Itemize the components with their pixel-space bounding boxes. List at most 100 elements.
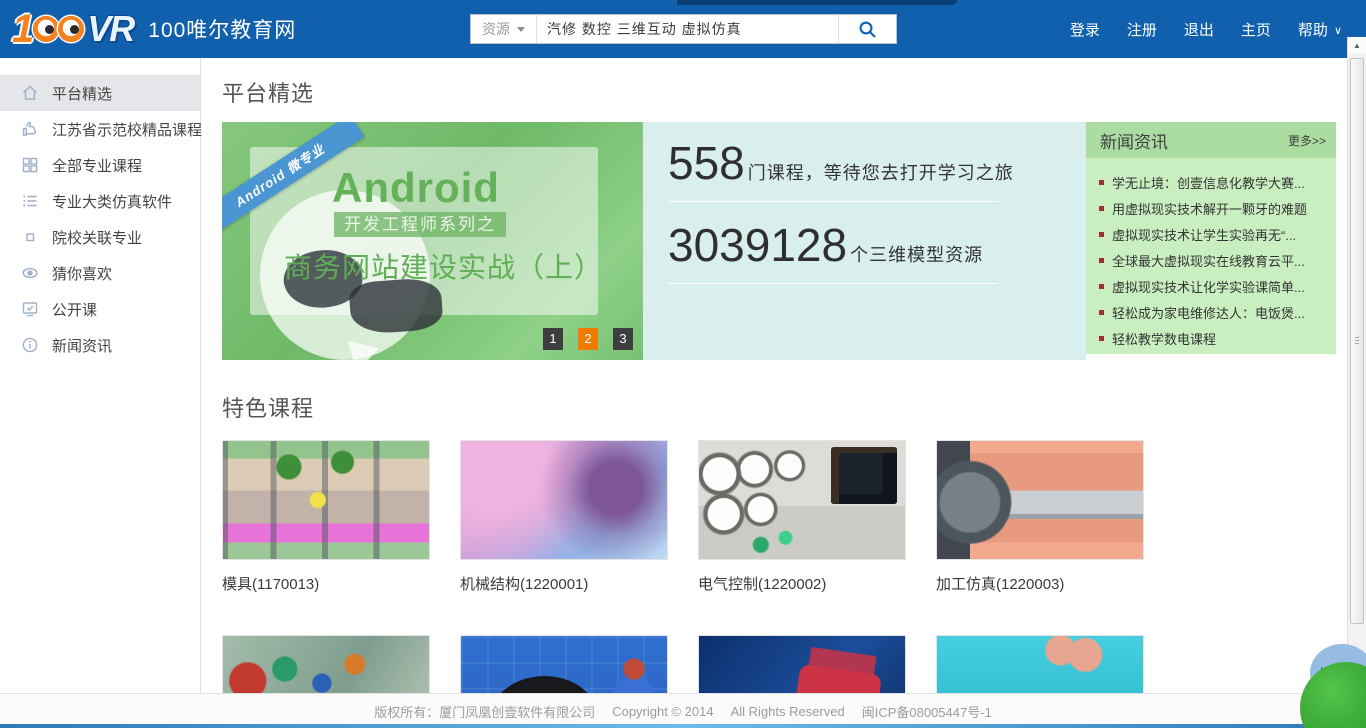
course-card-mold[interactable]: 模具(1170013) — [222, 440, 430, 594]
course-card-mechanical[interactable]: 机械结构(1220001) — [460, 440, 668, 594]
sidebar-item-label: 全部专业课程 — [52, 155, 142, 176]
logo-eye-icon — [58, 16, 84, 42]
nav-help[interactable]: 帮助 ∨ — [1298, 19, 1342, 40]
footer-rights: All Rights Reserved — [731, 704, 845, 719]
banner-carousel[interactable]: Android 微专业 Android 开发工程师系列之 商务网站建设实战（上）… — [222, 122, 643, 360]
footer: 版权所有：厦门凤凰创壹软件有限公司 Copyright © 2014 All R… — [0, 693, 1366, 728]
news-item-text: 轻松教学数电课程 — [1112, 329, 1216, 348]
sidebar-item-guess-you-like[interactable]: 猜你喜欢 — [0, 255, 200, 291]
course-image-mechanical[interactable] — [460, 440, 668, 560]
news-item[interactable]: 全球最大虚拟现实在线教育云平... — [1099, 247, 1330, 273]
sidebar-item-label: 专业大类仿真软件 — [52, 191, 172, 212]
news-item[interactable]: 轻松教学数电课程 — [1099, 325, 1330, 351]
news-item[interactable]: 学无止境：创壹信息化教学大赛... — [1099, 169, 1330, 195]
bullet-icon — [1099, 336, 1104, 341]
news-item[interactable]: 虚拟现实技术让化学实验课简单... — [1099, 273, 1330, 299]
search-category-label: 资源 — [482, 19, 510, 39]
news-header: 新闻资讯 更多>> — [1086, 122, 1336, 158]
search-category-dropdown[interactable]: 资源 — [471, 15, 537, 43]
footer-accent-bar — [0, 724, 1366, 728]
footer-icp: 闽ICP备08005447号-1 — [862, 702, 992, 721]
header: 1 VR 100唯尔教育网 资源 登录 注册 退出 — [0, 0, 1366, 58]
square-bullet-icon — [21, 228, 39, 246]
news-item-text: 全球最大虚拟现实在线教育云平... — [1112, 251, 1305, 270]
banner-course-title: 商务网站建设实战（上） — [284, 246, 603, 286]
search-bar: 资源 — [470, 14, 897, 44]
stat-models-number: 3039128 — [668, 222, 847, 268]
top-nav: 登录 注册 退出 主页 帮助 ∨ — [1070, 0, 1342, 58]
sidebar-item-label: 公开课 — [52, 299, 97, 320]
sidebar-item-open-class[interactable]: 公开课 — [0, 291, 200, 327]
logo-eye-icon — [33, 16, 59, 42]
course-label[interactable]: 模具(1170013) — [222, 573, 430, 594]
news-list: 学无止境：创壹信息化教学大赛... 用虚拟现实技术解开一颗牙的难题 虚拟现实技术… — [1086, 158, 1336, 354]
sidebar-item-all-courses[interactable]: 全部专业课程 — [0, 147, 200, 183]
course-card-electrical[interactable]: 电气控制(1220002) — [698, 440, 906, 594]
scrollbar-thumb[interactable] — [1350, 58, 1364, 624]
open-class-icon — [21, 300, 39, 318]
courses-section-title: 特色课程 — [222, 391, 314, 423]
course-image-electrical[interactable] — [698, 440, 906, 560]
stat-models: 3039128 个三维模型资源 — [668, 222, 983, 268]
sidebar-item-news[interactable]: 新闻资讯 — [0, 327, 200, 363]
sidebar-item-label: 院校关联专业 — [52, 227, 142, 248]
top-dark-strip — [677, 0, 957, 5]
logo-100vr-icon: 1 VR — [12, 7, 133, 52]
sidebar-item-simulation-software[interactable]: 专业大类仿真软件 — [0, 183, 200, 219]
footer-copyright-en: Copyright © 2014 — [612, 704, 713, 719]
news-item[interactable]: 轻松成为家电维修达人：电饭煲... — [1099, 299, 1330, 325]
news-item[interactable]: 用虚拟现实技术解开一颗牙的难题 — [1099, 195, 1330, 221]
search-input[interactable] — [537, 15, 838, 43]
search-button[interactable] — [838, 15, 896, 43]
stats-panel: 558 门课程，等待您去打开学习之旅 3039128 个三维模型资源 — [643, 122, 1086, 360]
dropdown-caret-icon — [517, 27, 525, 32]
nav-help-label: 帮助 — [1298, 19, 1328, 40]
sidebar-item-label: 平台精选 — [52, 83, 112, 104]
divider — [668, 201, 998, 202]
bullet-icon — [1099, 258, 1104, 263]
featured-section-title: 平台精选 — [222, 76, 314, 108]
stat-courses-number: 558 — [668, 140, 745, 186]
home-icon — [21, 84, 39, 102]
course-image-machining[interactable] — [936, 440, 1144, 560]
news-more-link[interactable]: 更多>> — [1288, 132, 1326, 149]
sidebar-item-label: 新闻资讯 — [52, 335, 112, 356]
info-icon — [21, 336, 39, 354]
stat-courses: 558 门课程，等待您去打开学习之旅 — [668, 140, 1014, 186]
search-icon — [858, 20, 877, 39]
logo-digit: 1 — [12, 7, 34, 52]
bullet-icon — [1099, 180, 1104, 185]
eye-icon — [21, 264, 39, 282]
bullet-icon — [1099, 206, 1104, 211]
logo-vr-text: VR — [87, 8, 133, 50]
carousel-page-3[interactable]: 3 — [613, 328, 633, 350]
list-icon — [21, 192, 39, 210]
course-label[interactable]: 加工仿真(1220003) — [936, 573, 1144, 594]
nav-register[interactable]: 注册 — [1127, 19, 1157, 40]
sidebar-item-school-majors[interactable]: 院校关联专业 — [0, 219, 200, 255]
course-label[interactable]: 机械结构(1220001) — [460, 573, 668, 594]
sidebar-item-featured[interactable]: 平台精选 — [0, 75, 200, 111]
footer-copyright-cn: 版权所有：厦门凤凰创壹软件有限公司 — [374, 702, 595, 721]
scrollbar-up-arrow[interactable]: ▲ — [1348, 37, 1366, 54]
sidebar: 平台精选 江苏省示范校精品课程 全部专业课程 专业大类仿真软件 — [0, 58, 201, 693]
sidebar-item-jiangsu-courses[interactable]: 江苏省示范校精品课程 — [0, 111, 200, 147]
nav-home[interactable]: 主页 — [1241, 19, 1271, 40]
carousel-page-1[interactable]: 1 — [543, 328, 563, 350]
scrollbar-grip-icon — [1355, 337, 1359, 345]
carousel-page-2-active[interactable]: 2 — [578, 328, 598, 350]
course-image-mold[interactable] — [222, 440, 430, 560]
nav-logout[interactable]: 退出 — [1184, 19, 1214, 40]
news-item[interactable]: 虚拟现实技术让学生实验再无“... — [1099, 221, 1330, 247]
bullet-icon — [1099, 232, 1104, 237]
divider — [668, 283, 998, 284]
bullet-icon — [1099, 310, 1104, 315]
course-label[interactable]: 电气控制(1220002) — [698, 573, 906, 594]
thumbs-up-icon — [21, 120, 39, 138]
news-title: 新闻资讯 — [1100, 128, 1168, 153]
chevron-down-icon: ∨ — [1334, 24, 1342, 37]
logo[interactable]: 1 VR 100唯尔教育网 — [12, 8, 296, 50]
scrollbar[interactable]: ▲ — [1347, 37, 1366, 728]
course-card-machining[interactable]: 加工仿真(1220003) — [936, 440, 1144, 594]
nav-login[interactable]: 登录 — [1070, 19, 1100, 40]
